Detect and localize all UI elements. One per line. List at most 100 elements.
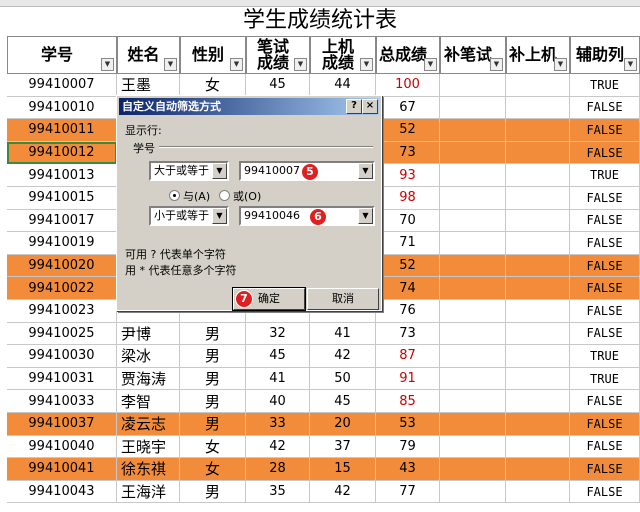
filter-dropdown-icon[interactable]: ▼ [424,58,437,71]
table-cell-aux[interactable]: FALSE [570,480,640,504]
table-cell-aux[interactable]: TRUE [570,345,640,368]
table-cell-aux[interactable]: FALSE [570,141,640,165]
table-cell-b1[interactable] [440,209,506,233]
table-cell-b1[interactable] [440,254,506,278]
table-cell-id[interactable]: 99410025 [7,322,117,346]
table-cell-id[interactable]: 99410012 [7,141,117,165]
close-button[interactable]: × [362,99,378,114]
table-cell-b2[interactable] [506,390,570,413]
table-cell-total[interactable]: 43 [376,458,440,481]
table-cell-aux[interactable]: FALSE [570,300,640,323]
table-cell-b1[interactable] [440,367,506,391]
chevron-down-icon[interactable]: ▼ [212,208,227,224]
table-cell-id[interactable]: 99410030 [7,345,117,368]
table-cell-total[interactable]: 73 [376,141,440,165]
table-cell-b1[interactable] [440,74,506,97]
table-cell-b2[interactable] [506,232,570,255]
table-cell-aux[interactable]: FALSE [570,119,640,142]
table-cell-total[interactable]: 52 [376,254,440,278]
table-cell-b2[interactable] [506,480,570,504]
table-cell-id[interactable]: 99410023 [7,300,117,323]
table-cell-b2[interactable] [506,413,570,436]
table-cell-total[interactable]: 70 [376,209,440,233]
header-total-score[interactable]: 总成绩 ▼ [376,36,440,74]
table-cell-b1[interactable] [440,480,506,504]
operator-select-2[interactable]: 小于或等于 ▼ [149,206,229,226]
table-cell-b1[interactable] [440,458,506,481]
table-cell-lab[interactable]: 42 [310,345,376,368]
table-cell-lab[interactable]: 37 [310,435,376,459]
help-button[interactable]: ? [346,99,362,114]
table-cell-aux[interactable]: TRUE [570,74,640,97]
table-cell-b2[interactable] [506,435,570,459]
table-cell-name[interactable]: 贾海涛 [117,367,180,391]
chevron-down-icon[interactable]: ▼ [212,163,227,179]
table-cell-b2[interactable] [506,119,570,142]
table-cell-b1[interactable] [440,164,506,187]
table-cell-b1[interactable] [440,119,506,142]
header-lab-score[interactable]: 上机成绩 ▼ [310,36,376,74]
chevron-down-icon[interactable]: ▼ [358,208,373,224]
table-cell-id[interactable]: 99410040 [7,435,117,459]
table-cell-total[interactable]: 85 [376,390,440,413]
table-row[interactable]: 99410030 梁冰男 45 42 87 TRUE [0,345,640,368]
table-cell-id[interactable]: 99410019 [7,232,117,255]
table-cell-written[interactable]: 33 [246,413,310,436]
table-cell-total[interactable]: 73 [376,322,440,346]
table-cell-total[interactable]: 91 [376,367,440,391]
table-cell-b1[interactable] [440,277,506,300]
table-cell-name[interactable]: 徐东祺 [117,458,180,481]
filter-dropdown-icon[interactable]: ▼ [230,58,243,71]
filter-dropdown-icon[interactable]: ▼ [294,58,307,71]
table-cell-b2[interactable] [506,345,570,368]
table-cell-id[interactable]: 99410010 [7,96,117,120]
table-cell-b2[interactable] [506,277,570,300]
table-row[interactable]: 99410041 徐东祺女 28 15 43 FALSE [0,458,640,481]
table-row[interactable]: 99410043 王海洋男 35 42 77 FALSE [0,480,640,504]
table-cell-aux[interactable]: TRUE [570,164,640,187]
table-cell-b1[interactable] [440,300,506,323]
table-cell-total[interactable]: 71 [376,232,440,255]
table-cell-written[interactable]: 28 [246,458,310,481]
table-cell-id[interactable]: 99410037 [7,413,117,436]
table-cell-aux[interactable]: FALSE [570,187,640,210]
table-cell-written[interactable]: 45 [246,74,310,97]
table-cell-written[interactable]: 32 [246,322,310,346]
table-cell-b2[interactable] [506,254,570,278]
table-cell-id[interactable]: 99410017 [7,209,117,233]
filter-dropdown-icon[interactable]: ▼ [624,58,637,71]
table-cell-aux[interactable]: FALSE [570,458,640,481]
table-cell-b1[interactable] [440,322,506,346]
table-cell-total[interactable]: 53 [376,413,440,436]
chevron-down-icon[interactable]: ▼ [358,163,373,179]
table-cell-sex[interactable]: 女 [180,435,246,459]
header-aux-column[interactable]: 辅助列 ▼ [570,36,640,74]
table-cell-id[interactable]: 99410043 [7,480,117,504]
table-cell-id[interactable]: 99410013 [7,164,117,187]
table-cell-lab[interactable]: 41 [310,322,376,346]
table-cell-b2[interactable] [506,141,570,165]
table-cell-id[interactable]: 99410011 [7,119,117,142]
value-select-2[interactable]: 99410046 ▼ [239,206,375,226]
table-cell-b1[interactable] [440,232,506,255]
table-cell-written[interactable]: 40 [246,390,310,413]
table-cell-total[interactable]: 79 [376,435,440,459]
table-cell-b1[interactable] [440,345,506,368]
table-cell-id[interactable]: 99410020 [7,254,117,278]
table-cell-b2[interactable] [506,300,570,323]
table-cell-name[interactable]: 李智 [117,390,180,413]
and-radio[interactable] [169,190,180,201]
table-cell-total[interactable]: 77 [376,480,440,504]
table-cell-b2[interactable] [506,164,570,187]
table-cell-b2[interactable] [506,367,570,391]
table-cell-total[interactable]: 98 [376,187,440,210]
header-makeup-lab[interactable]: 补上机 ▼ [506,36,570,74]
filter-dropdown-icon[interactable]: ▼ [101,58,114,71]
table-cell-aux[interactable]: FALSE [570,413,640,436]
table-cell-sex[interactable]: 男 [180,345,246,368]
table-cell-id[interactable]: 99410015 [7,187,117,210]
table-cell-sex[interactable]: 男 [180,322,246,346]
table-cell-name[interactable]: 尹博 [117,322,180,346]
table-cell-name[interactable]: 王墨 [117,74,180,97]
table-cell-aux[interactable]: FALSE [570,254,640,278]
